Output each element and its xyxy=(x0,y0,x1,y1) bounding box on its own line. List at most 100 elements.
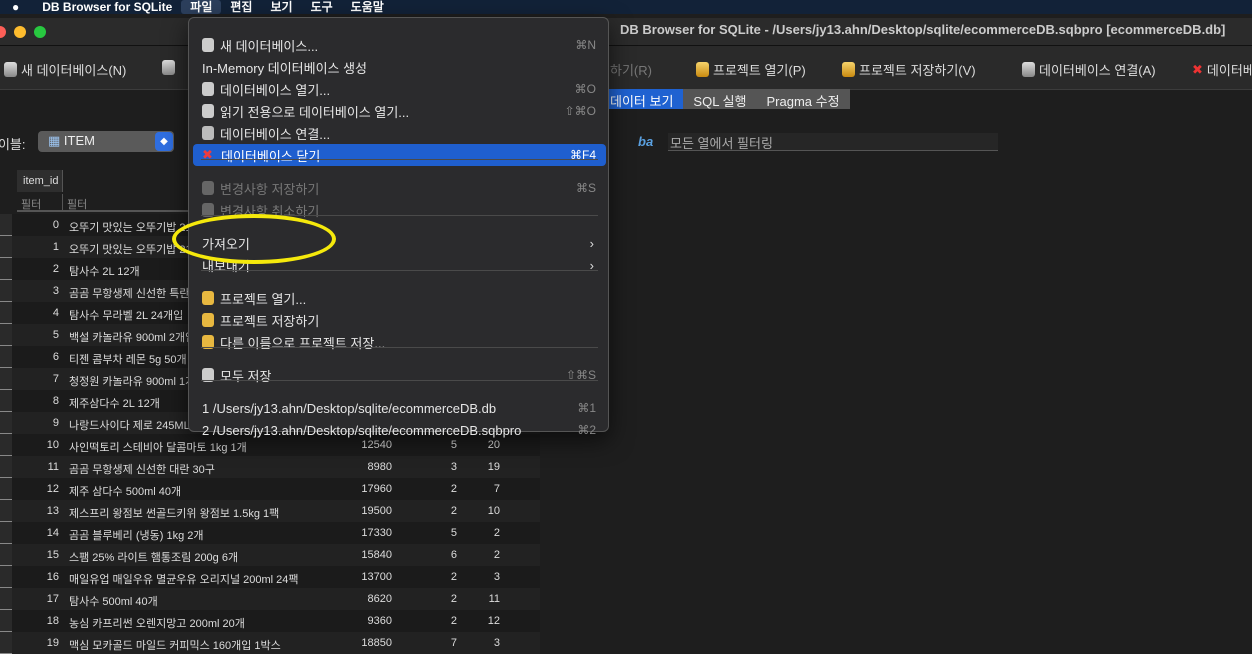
file-menu-item[interactable]: 데이터베이스 열기... ⌘O xyxy=(193,78,606,100)
cell-price[interactable]: 8980 xyxy=(340,461,392,473)
cell-price[interactable]: 9360 xyxy=(340,615,392,627)
file-menu-item[interactable]: 데이터베이스 연결... xyxy=(193,122,606,144)
row-number[interactable]: 6 xyxy=(0,324,12,346)
cell-col5[interactable]: 2 xyxy=(465,527,500,539)
cell-item-id[interactable]: 17 xyxy=(17,593,59,605)
open-db-button[interactable] xyxy=(162,60,175,75)
close-window-button[interactable] xyxy=(0,26,6,38)
row-number[interactable]: 7 xyxy=(0,346,12,368)
row-number[interactable]: 3 xyxy=(0,258,12,280)
cell-item-id[interactable]: 10 xyxy=(17,439,59,451)
cell-col5[interactable]: 7 xyxy=(465,483,500,495)
file-menu-item[interactable]: 새 데이터베이스... ⌘N xyxy=(193,34,606,56)
table-row[interactable]: 12 11 곰곰 무항생제 신선한 대란 30구 8980 3 19 xyxy=(0,456,540,478)
row-number[interactable]: 5 xyxy=(0,302,12,324)
cell-item-id[interactable]: 9 xyxy=(17,417,59,429)
cell-name[interactable]: 스팸 25% 라이트 햄통조림 200g 6개 xyxy=(69,549,238,565)
cell-qty[interactable]: 6 xyxy=(400,549,457,561)
row-number[interactable]: 11 xyxy=(0,434,12,456)
cell-name[interactable]: 농심 카프리썬 오렌지망고 200ml 20개 xyxy=(69,615,245,631)
menu-view[interactable]: 보기 xyxy=(261,0,301,14)
table-row[interactable]: 20 19 맥심 모카골드 마일드 커피믹스 160개입 1박스 18850 73 xyxy=(0,632,540,654)
cell-item-id[interactable]: 11 xyxy=(17,461,59,473)
apple-icon[interactable]: ● xyxy=(0,0,28,14)
row-number[interactable]: 12 xyxy=(0,456,12,478)
filter-case-icon[interactable]: ba xyxy=(638,134,653,149)
cell-qty[interactable]: 5 xyxy=(400,527,457,539)
open-project-button[interactable]: 프로젝트 열기(P) xyxy=(696,60,806,79)
table-row[interactable]: 13 12 제주 삼다수 500ml 40개 17960 27 xyxy=(0,478,540,500)
menu-file[interactable]: 파일 xyxy=(181,0,222,14)
column-header-item-id[interactable]: item_id xyxy=(17,170,63,192)
menu-tools[interactable]: 도구 xyxy=(302,0,342,14)
cell-item-id[interactable]: 19 xyxy=(17,637,59,649)
cell-item-id[interactable]: 12 xyxy=(17,483,59,495)
file-menu-item[interactable]: 읽기 전용으로 데이터베이스 열기... ⇧⌘O xyxy=(193,100,606,122)
cell-name[interactable]: 청정원 카놀라유 900ml 1개 xyxy=(69,373,195,389)
table-row[interactable]: 15 14 곰곰 블루베리 (냉동) 1kg 2개 17330 52 xyxy=(0,522,540,544)
row-number[interactable]: 10 xyxy=(0,412,12,434)
cell-col5[interactable]: 12 xyxy=(465,615,500,627)
filter-input-name[interactable]: 필터 xyxy=(63,194,193,212)
row-number[interactable]: 4 xyxy=(0,280,12,302)
cell-qty[interactable]: 2 xyxy=(400,571,457,583)
close-db-button[interactable]: ✖ 데이터베 xyxy=(1192,60,1252,79)
cell-name[interactable]: 티젠 콤부차 레몬 5g 50개 xyxy=(69,351,187,367)
file-menu-item[interactable]: 프로젝트 열기... xyxy=(193,287,606,309)
cell-item-id[interactable]: 6 xyxy=(17,351,59,363)
cell-qty[interactable]: 2 xyxy=(400,593,457,605)
row-number[interactable]: 13 xyxy=(0,478,12,500)
row-number[interactable]: 20 xyxy=(0,632,12,654)
menubar-app[interactable]: DB Browser for SQLite xyxy=(28,0,181,14)
row-number[interactable]: 8 xyxy=(0,368,12,390)
file-menu-item[interactable]: 모두 저장 ⇧⌘S xyxy=(193,364,606,386)
filter-all-input[interactable]: 모든 열에서 필터링 xyxy=(668,133,998,151)
file-menu-item[interactable]: ✖ 데이터베이스 닫기 ⌘F4 xyxy=(193,144,606,166)
cell-item-id[interactable]: 18 xyxy=(17,615,59,627)
cell-item-id[interactable]: 5 xyxy=(17,329,59,341)
cell-qty[interactable]: 2 xyxy=(400,505,457,517)
cell-name[interactable]: 나랑드사이다 제로 245ML 3 xyxy=(69,417,198,433)
cell-col5[interactable]: 19 xyxy=(465,461,500,473)
cell-name[interactable]: 제주삼다수 2L 12개 xyxy=(69,395,160,411)
cell-qty[interactable]: 3 xyxy=(400,461,457,473)
cell-name[interactable]: 백설 카놀라유 900ml 2개입 xyxy=(69,329,195,345)
cell-col5[interactable]: 10 xyxy=(465,505,500,517)
cell-col5[interactable]: 2 xyxy=(465,549,500,561)
cell-item-id[interactable]: 3 xyxy=(17,285,59,297)
cell-name[interactable]: 곰곰 블루베리 (냉동) 1kg 2개 xyxy=(69,527,203,543)
cell-price[interactable]: 17960 xyxy=(340,483,392,495)
cell-name[interactable]: 제스프리 왕점보 썬골드키위 왕점보 1.5kg 1팩 xyxy=(69,505,279,521)
cell-name[interactable]: 탐사수 2L 12개 xyxy=(69,263,140,279)
cell-name[interactable]: 사인떡토리 스테비아 달콤마토 1kg 1개 xyxy=(69,439,247,455)
cell-name[interactable]: 매일유업 매일우유 멸균우유 오리지널 200ml 24팩 xyxy=(69,571,299,587)
cell-item-id[interactable]: 1 xyxy=(17,241,59,253)
attach-db-button[interactable]: 데이터베이스 연결(A) xyxy=(1022,60,1156,79)
table-row[interactable]: 19 18 농심 카프리썬 오렌지망고 200ml 20개 9360 2 12 xyxy=(0,610,540,632)
file-menu-item[interactable]: 2 /Users/jy13.ahn/Desktop/sqlite/ecommer… xyxy=(193,419,606,441)
file-menu-item[interactable]: 1 /Users/jy13.ahn/Desktop/sqlite/ecommer… xyxy=(193,397,606,419)
cell-item-id[interactable]: 15 xyxy=(17,549,59,561)
cell-price[interactable]: 15840 xyxy=(340,549,392,561)
row-number[interactable]: 1 xyxy=(0,214,12,236)
table-row[interactable]: 16 15 스팸 25% 라이트 햄통조림 200g 6개 15840 62 xyxy=(0,544,540,566)
cell-name[interactable]: 탐사수 무라벨 2L 24개입 xyxy=(69,307,183,323)
row-number[interactable]: 14 xyxy=(0,500,12,522)
cell-col5[interactable]: 11 xyxy=(465,593,500,605)
cell-name[interactable]: 맥심 모카골드 마일드 커피믹스 160개입 1박스 xyxy=(69,637,281,653)
table-row[interactable]: 14 13 제스프리 왕점보 썬골드키위 왕점보 1.5kg 1팩 19500 2 10 xyxy=(0,500,540,522)
cell-item-id[interactable]: 0 xyxy=(17,219,59,231)
save-project-button[interactable]: 프로젝트 저장하기(V) xyxy=(842,60,976,79)
row-number[interactable]: 17 xyxy=(0,566,12,588)
cell-qty[interactable]: 2 xyxy=(400,483,457,495)
row-number[interactable]: 9 xyxy=(0,390,12,412)
file-menu-item[interactable]: 프로젝트 저장하기 xyxy=(193,309,606,331)
row-number[interactable]: 19 xyxy=(0,610,12,632)
cell-qty[interactable]: 7 xyxy=(400,637,457,649)
cell-price[interactable]: 19500 xyxy=(340,505,392,517)
table-row[interactable]: 17 16 매일유업 매일우유 멸균우유 오리지널 200ml 24팩 13700 23 xyxy=(0,566,540,588)
row-number[interactable]: 16 xyxy=(0,544,12,566)
cell-item-id[interactable]: 4 xyxy=(17,307,59,319)
cell-col5[interactable]: 3 xyxy=(465,637,500,649)
file-menu-item[interactable]: 다른 이름으로 프로젝트 저장... xyxy=(193,331,606,353)
